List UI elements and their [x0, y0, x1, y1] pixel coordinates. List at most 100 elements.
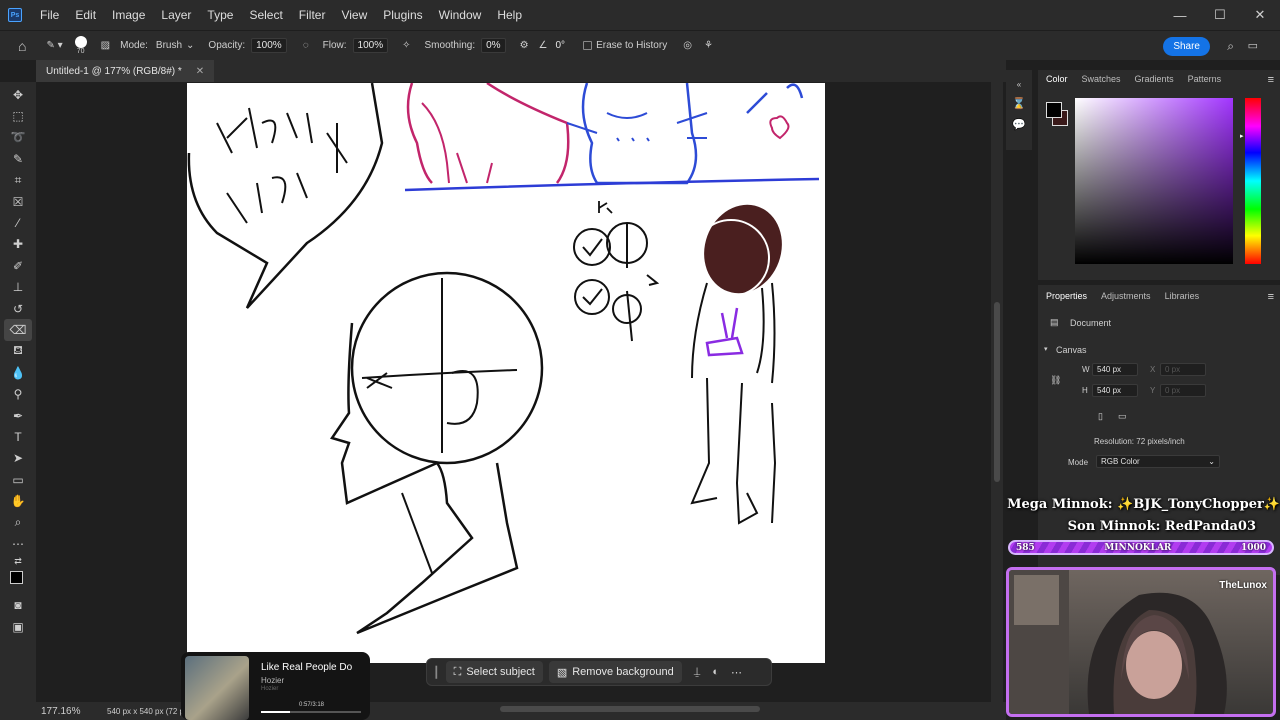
drag-handle-icon[interactable]: ┃ [433, 666, 440, 679]
landscape-orientation-icon[interactable]: ▭ [1118, 411, 1127, 422]
tab-swatches[interactable]: Swatches [1082, 74, 1121, 84]
document-tab[interactable]: Untitled-1 @ 177% (RGB/8#) * ✕ [36, 60, 215, 82]
smoothing-field[interactable]: 0% [481, 38, 506, 53]
erase-history-checkbox[interactable]: Erase to History [583, 40, 667, 51]
menu-window[interactable]: Window [431, 8, 490, 22]
crop-tool-icon[interactable]: ⌗ [4, 170, 32, 191]
search-icon[interactable]: ⌕ [1227, 39, 1234, 54]
clone-stamp-tool-icon[interactable]: ⊥ [4, 277, 32, 298]
vertical-scrollbar[interactable] [991, 82, 1003, 702]
tab-gradients[interactable]: Gradients [1135, 74, 1174, 84]
menu-filter[interactable]: Filter [291, 8, 334, 22]
menu-image[interactable]: Image [104, 8, 153, 22]
opacity-label: Opacity: [208, 40, 246, 51]
contrast-icon[interactable]: ◐ [712, 666, 719, 678]
menu-layer[interactable]: Layer [153, 8, 199, 22]
foreground-color-swatch[interactable] [10, 570, 23, 584]
portrait-orientation-icon[interactable]: ▯ [1098, 411, 1103, 422]
frame-tool-icon[interactable]: ☒ [4, 191, 32, 212]
eraser-tool-preset-icon[interactable]: ✎ ▾ [46, 40, 62, 51]
brush-tool-icon[interactable]: ✐ [4, 255, 32, 276]
rectangle-tool-icon[interactable]: ▭ [4, 469, 32, 490]
menu-edit[interactable]: Edit [67, 8, 104, 22]
type-tool-icon[interactable]: T [4, 426, 32, 447]
more-tools-icon[interactable]: ⋯ [4, 533, 32, 554]
airbrush-icon[interactable]: ✧ [402, 40, 410, 51]
hand-tool-icon[interactable]: ✋ [4, 490, 32, 511]
path-selection-tool-icon[interactable]: ➤ [4, 448, 32, 469]
menu-select[interactable]: Select [241, 8, 290, 22]
menu-plugins[interactable]: Plugins [375, 8, 430, 22]
eraser-tool-icon[interactable]: ⌫ [4, 319, 32, 341]
color-picker-field[interactable] [1075, 98, 1233, 264]
quick-select-tool-icon[interactable]: ✎ [4, 148, 32, 169]
hue-slider-handle-icon[interactable]: ▸ [1240, 132, 1244, 140]
document-canvas[interactable] [187, 83, 825, 663]
tab-properties[interactable]: Properties [1046, 291, 1087, 301]
minimize-icon[interactable]: — [1160, 0, 1200, 30]
brush-settings-icon[interactable]: ▨ [101, 40, 110, 51]
select-subject-button[interactable]: ⛶ Select subject [445, 661, 543, 683]
dodge-tool-icon[interactable]: ⚲ [4, 383, 32, 404]
flow-field[interactable]: 100% [352, 38, 389, 53]
lasso-tool-icon[interactable]: ➰ [4, 127, 32, 148]
close-tab-icon[interactable]: ✕ [196, 66, 204, 77]
hue-slider[interactable] [1245, 98, 1261, 264]
share-button[interactable]: Share [1163, 37, 1210, 56]
width-field[interactable]: 540 px [1092, 363, 1138, 376]
pressure-size-icon[interactable]: ◎ [683, 40, 692, 51]
history-brush-tool-icon[interactable]: ↺ [4, 298, 32, 319]
pin-icon[interactable]: ⍊ [694, 666, 701, 679]
pressure-opacity-icon[interactable]: ◌ [303, 40, 309, 51]
foreground-color-chip[interactable] [1046, 102, 1062, 118]
panel-menu-icon[interactable]: ≡ [1268, 74, 1274, 86]
menu-help[interactable]: Help [489, 8, 530, 22]
marquee-tool-icon[interactable]: ⬚ [4, 105, 32, 126]
tab-libraries[interactable]: Libraries [1165, 291, 1200, 301]
height-field[interactable]: 540 px [1092, 384, 1138, 397]
link-icon[interactable]: ⛓ [1050, 375, 1061, 386]
document-info[interactable]: 540 px x 540 px (72 ppi) [107, 707, 193, 716]
quick-mask-icon[interactable]: ◙ [4, 595, 32, 616]
eyedropper-tool-icon[interactable]: ⁄ [4, 212, 32, 233]
collapse-panels-icon[interactable]: « [1017, 80, 1021, 89]
tab-color[interactable]: Color [1046, 74, 1068, 84]
zoom-level[interactable]: 177.16% [41, 706, 101, 717]
comments-panel-icon[interactable]: 💬 [1012, 118, 1026, 131]
blur-tool-icon[interactable]: 💧 [4, 362, 32, 383]
home-icon[interactable]: ⌂ [18, 38, 26, 54]
tab-adjustments[interactable]: Adjustments [1101, 291, 1151, 301]
horizontal-scrollbar-thumb[interactable] [500, 706, 760, 712]
more-options-icon[interactable]: ⋯ [731, 666, 742, 679]
mode-select[interactable]: Brush ⌄ [156, 40, 195, 51]
opacity-field[interactable]: 100% [251, 38, 287, 53]
history-panel-icon[interactable]: ⌛ [1012, 97, 1026, 110]
swap-colors-icon[interactable]: ⇄ [4, 555, 32, 569]
chevron-down-icon: ⌄ [1208, 457, 1215, 466]
scrollbar-thumb[interactable] [994, 302, 1000, 482]
healing-brush-tool-icon[interactable]: ✚ [4, 234, 32, 255]
angle-field[interactable]: 0° [552, 39, 570, 52]
menu-view[interactable]: View [333, 8, 375, 22]
menu-type[interactable]: Type [199, 8, 241, 22]
menu-file[interactable]: File [32, 8, 67, 22]
workspace-icon[interactable]: ▭ [1248, 39, 1258, 52]
mode-label: Mode: [120, 40, 148, 51]
brush-size-picker[interactable]: 70 [74, 36, 87, 55]
gear-icon[interactable]: ⚙ [520, 40, 529, 51]
mode-select[interactable]: RGB Color ⌄ [1096, 455, 1220, 468]
maximize-icon[interactable]: ☐ [1200, 0, 1240, 30]
symmetry-icon[interactable]: ⚘ [704, 40, 713, 51]
pen-tool-icon[interactable]: ✒ [4, 405, 32, 426]
remove-background-button[interactable]: ▧ Remove background [548, 661, 682, 683]
close-icon[interactable]: ✕ [1240, 0, 1280, 30]
screen-mode-icon[interactable]: ▣ [4, 616, 32, 637]
foreground-background-swatch[interactable] [4, 569, 32, 595]
move-tool-icon[interactable]: ✥ [4, 84, 32, 105]
tab-patterns[interactable]: Patterns [1188, 74, 1222, 84]
paint-bucket-tool-icon[interactable]: ⛾ [4, 341, 32, 362]
goal-label: MINNOKLAR [1104, 542, 1172, 553]
zoom-tool-icon[interactable]: ⌕ [4, 512, 32, 533]
panel-menu-icon[interactable]: ≡ [1268, 291, 1274, 303]
canvas-section-toggle[interactable]: ▾ [1044, 345, 1048, 353]
